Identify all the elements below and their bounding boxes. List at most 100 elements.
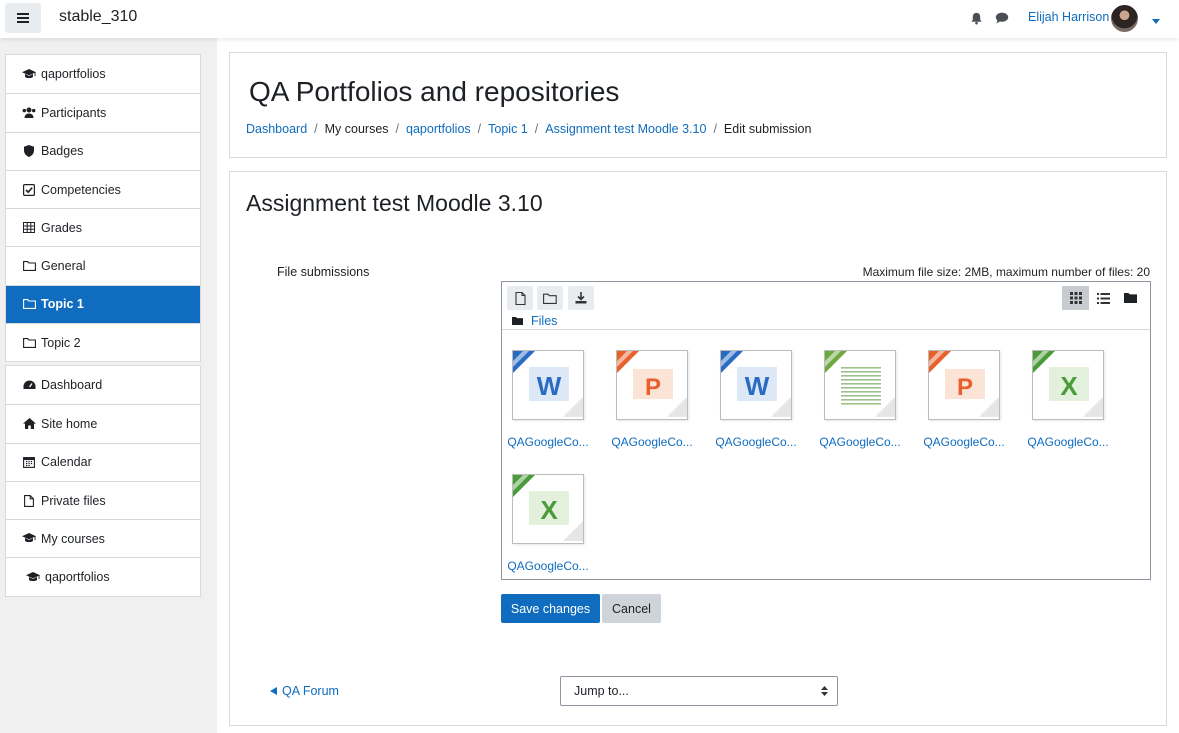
word-file-icon[interactable]: W [512,350,584,420]
breadcrumb-current: Edit submission [723,122,812,136]
sidebar-item-grades[interactable]: Grades [6,208,200,246]
file-submissions-label: File submissions [277,265,370,279]
view-list-button[interactable] [1090,286,1117,310]
file-icon [514,291,526,305]
sidebar-item-qaportfolios[interactable]: qaportfolios [6,55,200,93]
view-tree-button[interactable] [1117,286,1144,310]
graduation-cap-icon [22,68,36,80]
calendar-icon [22,456,36,469]
file-name[interactable]: QAGoogleCo... [496,559,600,573]
file-name[interactable]: QAGoogleCo... [912,435,1016,449]
activity-title: Assignment test Moodle 3.10 [246,190,543,216]
sidebar-item-label: Grades [41,220,82,235]
sidebar-item-qaportfolios[interactable]: qaportfolios [6,557,200,595]
breadcrumb-dashboard[interactable]: Dashboard [246,122,307,136]
sidebar-item-label: qaportfolios [45,570,110,585]
sidebar-item-general[interactable]: General [6,246,200,284]
file-item[interactable]: P QAGoogleCo... [912,350,1016,449]
sidebar-item-site-home[interactable]: Site home [6,404,200,442]
sidebar-item-my-courses[interactable]: My courses [6,519,200,557]
svg-text:P: P [645,374,661,401]
create-folder-button[interactable] [537,286,563,310]
page-header: QA Portfolios and repositories Dashboard… [229,52,1167,158]
file-name[interactable]: QAGoogleCo... [1016,435,1120,449]
previous-activity-link[interactable]: QA Forum [270,684,339,698]
page-title: QA Portfolios and repositories [249,76,620,107]
sidebar-item-label: Topic 2 [41,335,81,350]
excel-file-icon[interactable]: X [512,474,584,544]
breadcrumb-course[interactable]: qaportfolios [406,122,471,136]
folder-icon [543,293,557,304]
file-name[interactable]: QAGoogleCo... [808,435,912,449]
caret-left-icon [270,687,277,695]
folder-icon [512,317,523,325]
excel-file-icon[interactable]: X [1032,350,1104,420]
previous-activity-label[interactable]: QA Forum [282,684,339,698]
svg-text:X: X [540,495,558,525]
sidebar-item-private-files[interactable]: Private files [6,480,200,519]
powerpoint-file-icon[interactable]: P [928,350,1000,420]
word-file-icon[interactable]: W [720,350,792,420]
breadcrumb-assignment[interactable]: Assignment test Moodle 3.10 [545,122,706,136]
file-item[interactable]: X QAGoogleCo... [1016,350,1120,449]
sidebar-item-topic-2[interactable]: Topic 2 [6,323,200,361]
user-menu-name[interactable]: Elijah Harrison [1028,10,1109,24]
sidebar-item-competencies[interactable]: Competencies [6,169,200,208]
main-content: Assignment test Moodle 3.10 File submiss… [229,171,1167,726]
breadcrumb-topic[interactable]: Topic 1 [488,122,528,136]
avatar[interactable] [1111,5,1138,32]
add-file-button[interactable] [507,286,533,310]
message-icon[interactable] [995,12,1009,27]
sidebar-item-badges[interactable]: Badges [6,131,200,170]
jump-to-select[interactable]: Jump to... [560,676,838,706]
home-icon [22,418,36,430]
file-name[interactable]: QAGoogleCo... [600,435,704,449]
text-file-icon[interactable] [824,350,896,420]
file-item[interactable]: QAGoogleCo... [808,350,912,449]
file-item[interactable]: X QAGoogleCo... [496,474,600,573]
sidebar-item-topic-1[interactable]: Topic 1 [6,284,200,324]
site-nav-list: Dashboard Site home Calendar Private files M… [5,365,201,597]
file-manager: Files W QAGoogleCo... P QAGoogleCo... W QAGoo… [501,281,1151,580]
shield-icon [22,145,36,158]
caret-down-icon[interactable] [1152,14,1160,28]
files-root-link[interactable]: Files [531,314,557,328]
svg-text:W: W [745,371,770,401]
dashboard-icon [22,380,36,391]
sidebar-item-dashboard[interactable]: Dashboard [6,366,200,404]
nav-drawer: qaportfolios Participants Badges Competenci… [0,38,217,733]
file-manager-toolbar: Files [502,282,1150,330]
sidebar-item-label: General [41,259,86,274]
drawer-toggle-button[interactable] [5,3,41,33]
max-file-info: Maximum file size: 2MB, maximum number o… [862,265,1150,279]
breadcrumb-separator: / [534,122,539,136]
file-item[interactable]: W QAGoogleCo... [496,350,600,449]
svg-text:W: W [537,371,562,401]
folder-icon [1124,293,1137,303]
breadcrumb: Dashboard / My courses / qaportfolios / … [246,122,811,136]
file-item[interactable]: P QAGoogleCo... [600,350,704,449]
breadcrumb-my-courses: My courses [324,122,389,136]
site-name[interactable]: stable_310 [59,8,137,26]
graduation-cap-icon [22,533,36,544]
view-switcher [1062,282,1146,310]
sidebar-item-label: Participants [41,105,107,120]
file-item[interactable]: W QAGoogleCo... [704,350,808,449]
breadcrumb-separator: / [395,122,400,136]
bell-icon[interactable] [970,12,983,28]
view-icons-button[interactable] [1062,286,1089,310]
course-nav-list: qaportfolios Participants Badges Competenci… [5,54,201,363]
sidebar-item-label: My courses [41,531,105,546]
download-icon [575,292,587,304]
sidebar-item-participants[interactable]: Participants [6,93,200,131]
powerpoint-file-icon[interactable]: P [616,350,688,420]
file-name[interactable]: QAGoogleCo... [496,435,600,449]
hamburger-icon [17,13,29,23]
save-changes-button[interactable]: Save changes [501,594,600,623]
file-name[interactable]: QAGoogleCo... [704,435,808,449]
sidebar-item-label: Competencies [41,182,121,197]
cancel-button[interactable]: Cancel [602,594,661,623]
list-icon [1097,292,1110,304]
download-all-button[interactable] [568,286,594,310]
sidebar-item-calendar[interactable]: Calendar [6,442,200,481]
